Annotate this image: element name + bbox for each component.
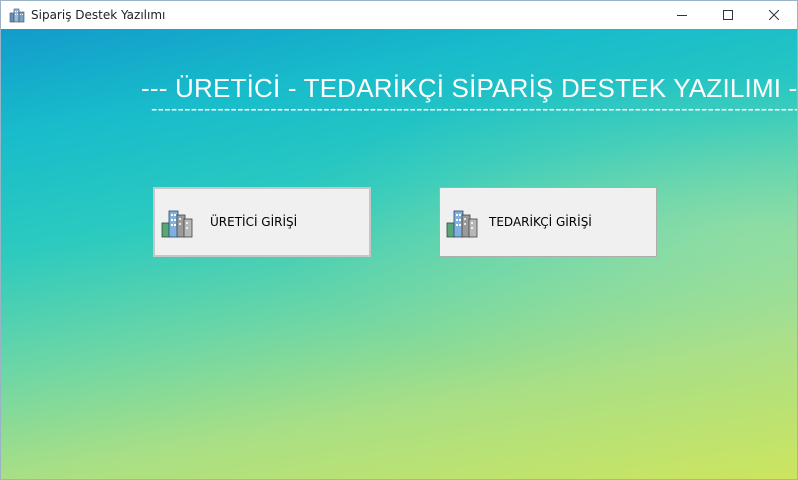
buildings-icon bbox=[446, 210, 478, 238]
title-underline: ----------------------------------------… bbox=[151, 99, 798, 120]
close-button[interactable] bbox=[751, 1, 797, 29]
uretici-login-label: ÜRETİCİ GİRİŞİ bbox=[210, 215, 298, 229]
main-panel: --- ÜRETİCİ - TEDARİKÇİ SİPARİŞ DESTEK Y… bbox=[1, 29, 797, 479]
minimize-icon bbox=[677, 15, 687, 16]
maximize-button[interactable] bbox=[705, 1, 751, 29]
title-bar[interactable]: Sipariş Destek Yazılımı bbox=[1, 1, 797, 29]
uretici-login-button[interactable]: ÜRETİCİ GİRİŞİ bbox=[153, 187, 371, 257]
window-title: Sipariş Destek Yazılımı bbox=[31, 8, 166, 22]
tedarikci-login-button[interactable]: TEDARİKÇİ GİRİŞİ bbox=[439, 187, 657, 257]
tedarikci-login-label: TEDARİKÇİ GİRİŞİ bbox=[489, 215, 592, 229]
maximize-icon bbox=[723, 10, 733, 20]
app-window: Sipariş Destek Yazılımı --- ÜRETİCİ - TE… bbox=[0, 0, 798, 480]
close-icon bbox=[769, 10, 779, 20]
buildings-icon bbox=[161, 210, 193, 238]
window-controls bbox=[659, 1, 797, 29]
minimize-button[interactable] bbox=[659, 1, 705, 29]
buildings-icon bbox=[9, 8, 25, 23]
